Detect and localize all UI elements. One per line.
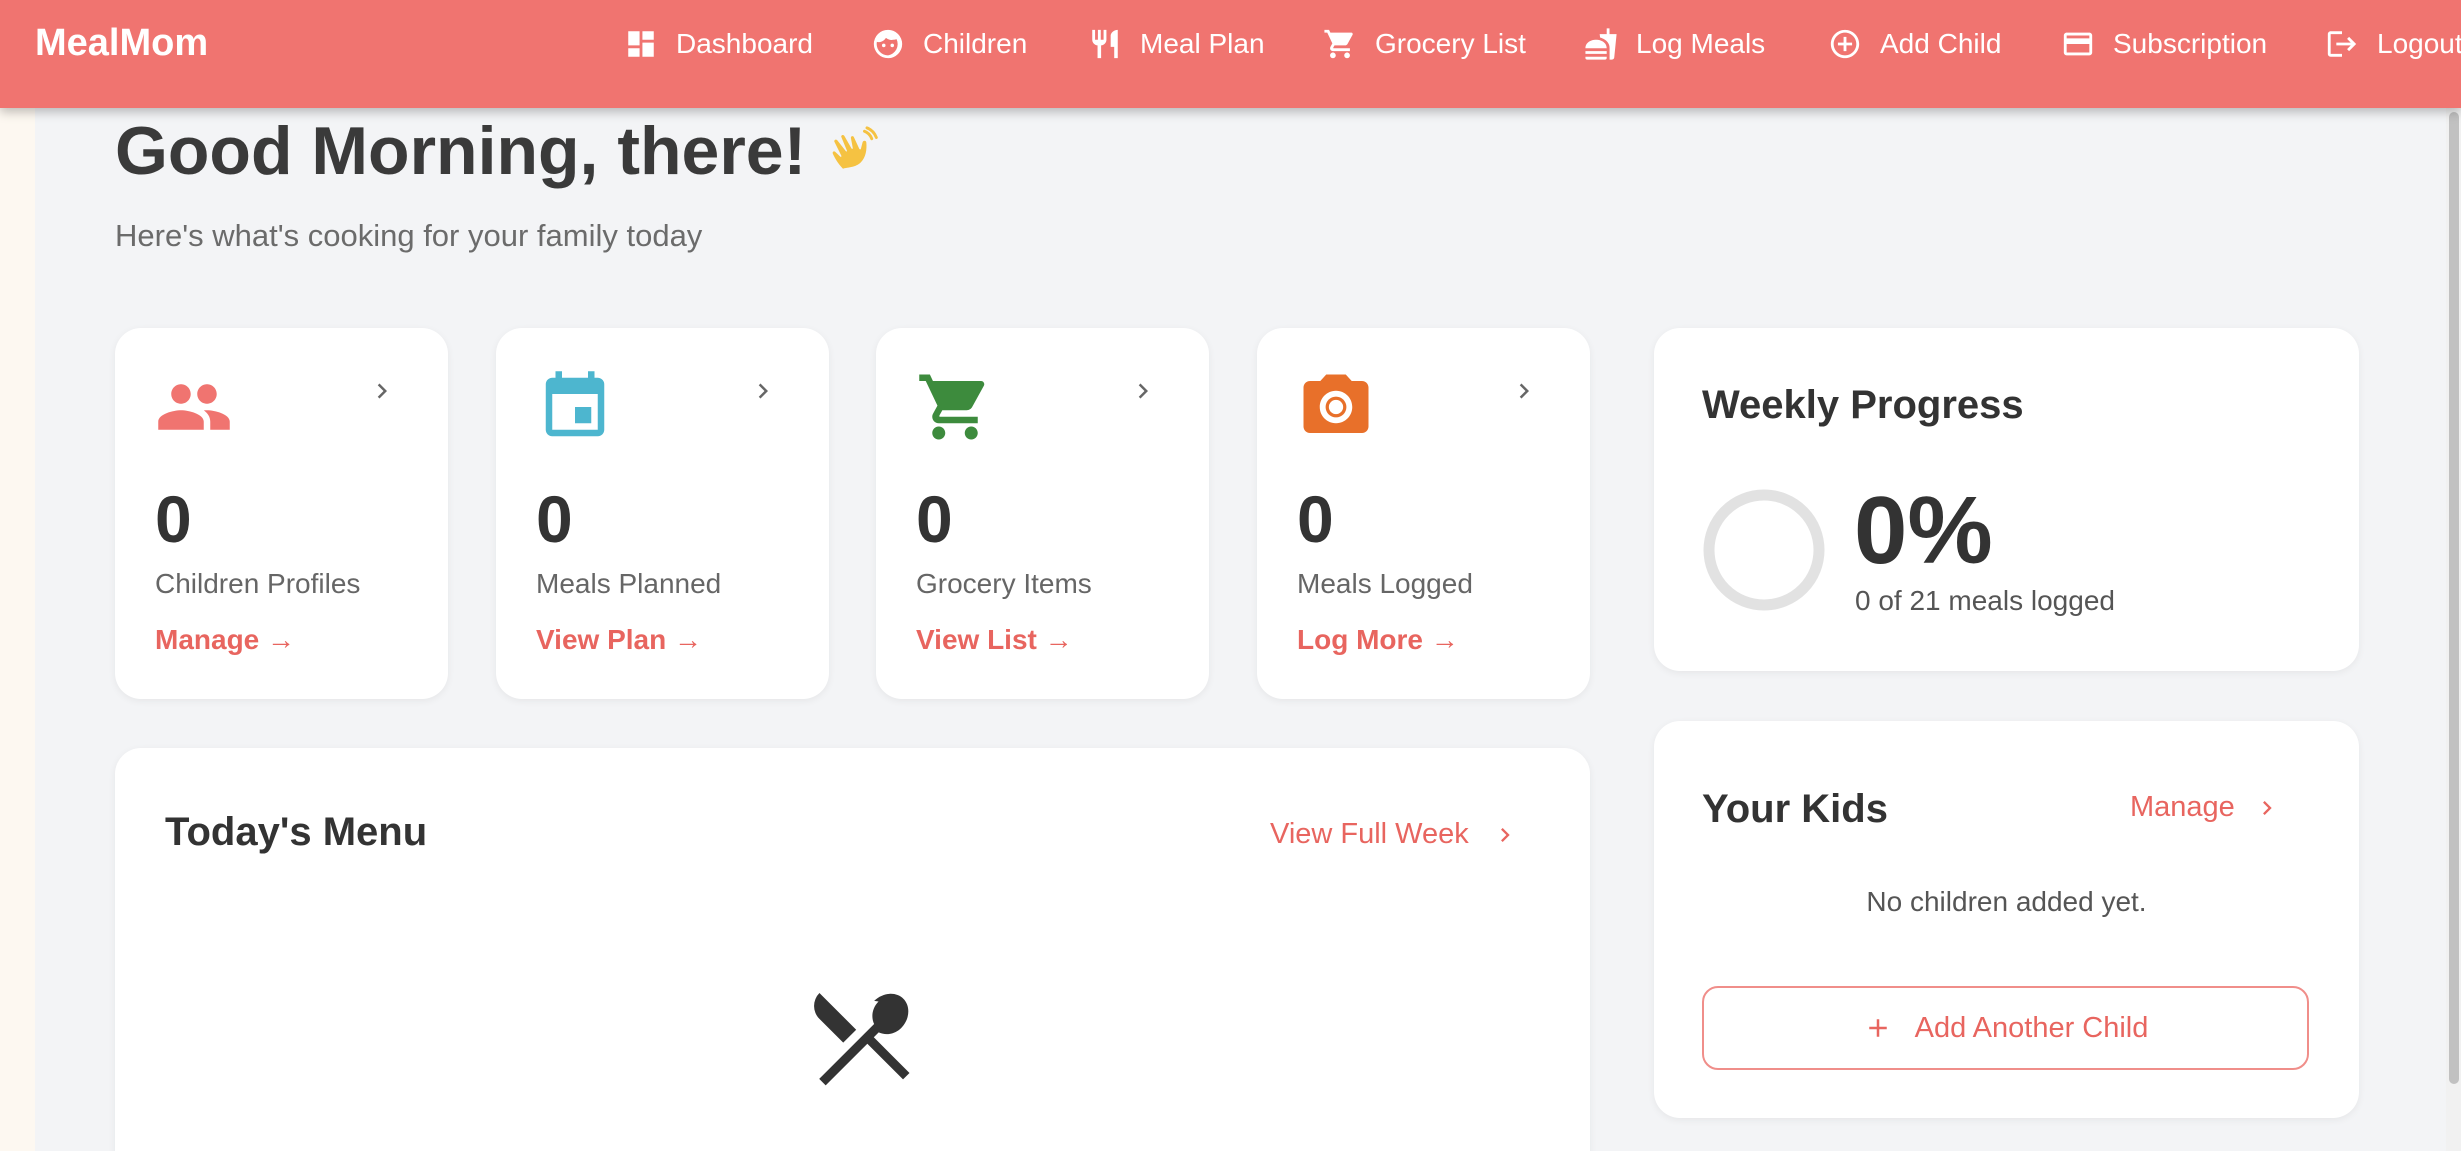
stat-value: 0 (916, 482, 953, 556)
kids-title: Your Kids (1702, 787, 1888, 831)
stat-card-meals-planned[interactable]: 0 Meals Planned View Plan → (496, 328, 829, 699)
stat-label: Meals Logged (1297, 568, 1473, 599)
nav-item-add-child[interactable]: Add Child (1828, 0, 2001, 88)
top-navbar: MealMom Dashboard Children Meal Plan Gro… (0, 0, 2461, 108)
calendar-icon (545, 371, 605, 437)
stat-value: 0 (1297, 482, 1334, 556)
stat-card-meals-logged[interactable]: 0 Meals Logged Log More → (1257, 328, 1590, 699)
progress-title: Weekly Progress (1702, 383, 2024, 427)
nav-item-dashboard[interactable]: Dashboard (624, 0, 813, 88)
nav-label: Subscription (2113, 28, 2268, 59)
nav-label: Log Meals (1636, 28, 1766, 59)
nav-item-grocery-list[interactable]: Grocery List (1323, 0, 1526, 88)
menu-title: Today's Menu (165, 810, 428, 854)
stat-value: 0 (536, 482, 573, 556)
stat-label: Grocery Items (916, 568, 1092, 599)
stat-card-children[interactable]: 0 Children Profiles Manage → (115, 328, 448, 699)
scrollbar-thumb[interactable] (2449, 112, 2459, 1084)
view-full-week-link[interactable]: View Full Week (1270, 818, 1519, 851)
credit-card-icon (2063, 32, 2093, 56)
weekly-progress-card: Weekly Progress 0% 0 of 21 meals logged (1654, 328, 2359, 671)
nav-item-subscription[interactable]: Subscription (2061, 0, 2267, 88)
cart-icon (1324, 29, 1353, 59)
nav-item-logout[interactable]: Logout (2325, 0, 2461, 88)
nav-item-meal-plan[interactable]: Meal Plan (1088, 0, 1265, 88)
nav-label: Grocery List (1375, 28, 1526, 59)
nav-label: Logout (2377, 28, 2461, 59)
chevron-right-icon[interactable] (367, 376, 397, 406)
stat-label: Children Profiles (155, 568, 361, 599)
greeting-heading: Good Morning, there! (115, 112, 879, 190)
log-more-link[interactable]: Log More → (1297, 624, 1459, 656)
greeting-title: Good Morning, there! (115, 113, 807, 189)
waving-hand-icon (832, 126, 879, 169)
logout-icon (2327, 31, 2357, 57)
nav-label: Dashboard (676, 28, 813, 59)
camera-icon (1303, 374, 1369, 433)
chevron-right-icon[interactable] (748, 376, 778, 406)
add-circle-icon (1830, 29, 1860, 59)
todays-menu-card: Today's Menu View Full Week (115, 748, 1590, 1151)
chevron-right-icon (1500, 827, 1510, 842)
kids-empty-message: No children added yet. (1866, 886, 2147, 917)
nav-item-log-meals[interactable]: Log Meals (1584, 0, 1765, 88)
view-full-week-label: View Full Week (1270, 818, 1469, 850)
utensils-icon (814, 992, 910, 1086)
kids-manage-label: Manage (2130, 791, 2235, 823)
progress-subtitle: 0 of 21 meals logged (1855, 585, 2115, 616)
stat-value: 0 (155, 482, 192, 556)
progress-ring (1703, 489, 1825, 611)
view-plan-link[interactable]: View Plan → (536, 624, 702, 656)
manage-children-link[interactable]: Manage → (155, 624, 295, 656)
add-another-child-button[interactable]: Add Another Child (1702, 986, 2309, 1070)
nav-item-children[interactable]: Children (871, 0, 1027, 88)
chevron-right-icon (2262, 800, 2272, 815)
nav-label: Add Child (1880, 28, 2002, 59)
brand-logo[interactable]: MealMom (35, 22, 208, 65)
stat-card-grocery-items[interactable]: 0 Grocery Items View List → (876, 328, 1209, 699)
people-icon (158, 384, 230, 430)
cart-icon (919, 374, 985, 440)
your-kids-card: Your Kids Manage No children added yet. … (1654, 721, 2359, 1118)
dashboard-icon (628, 31, 654, 57)
child-face-icon (873, 29, 903, 59)
plus-icon (1868, 1019, 1887, 1037)
kids-manage-link[interactable]: Manage (2130, 791, 2281, 824)
add-child-label: Add Another Child (1914, 1011, 2149, 1044)
view-list-link[interactable]: View List → (916, 624, 1073, 656)
progress-percent: 0% (1854, 477, 1993, 584)
chevron-right-icon[interactable] (1128, 376, 1158, 406)
stat-label: Meals Planned (536, 568, 722, 599)
chevron-right-icon[interactable] (1509, 376, 1539, 406)
restaurant-icon (1092, 29, 1118, 59)
greeting-subtitle: Here's what's cooking for your family to… (115, 218, 703, 253)
fastfood-icon (1585, 28, 1617, 60)
nav-label: Children (923, 28, 1028, 59)
nav-label: Meal Plan (1140, 28, 1265, 59)
